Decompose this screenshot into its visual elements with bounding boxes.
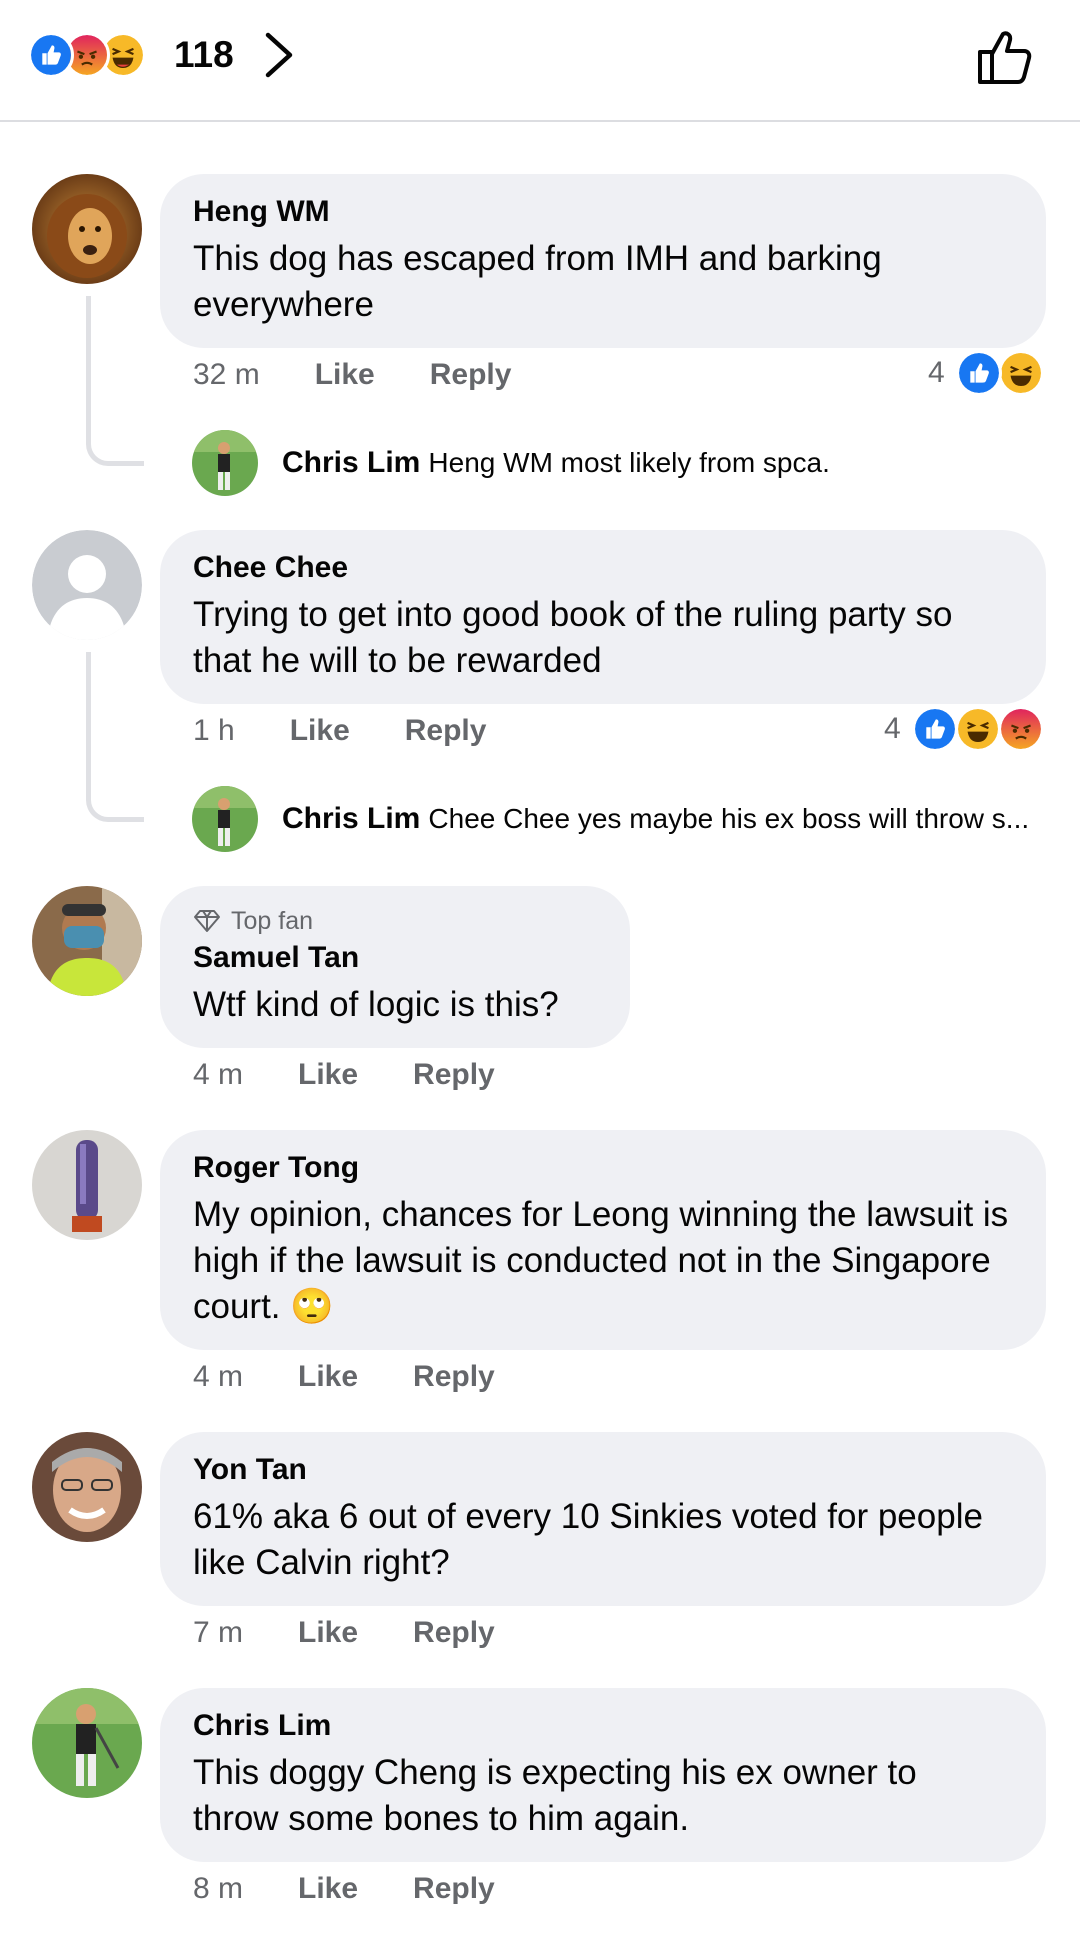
comment-text: This doggy Cheng is expecting his ex own… (193, 1753, 917, 1838)
thread-connector (86, 652, 144, 822)
comment-time[interactable]: 7 m (193, 1616, 243, 1650)
reply-button[interactable]: Reply (430, 358, 512, 392)
comment-bubble[interactable]: Chris Lim This doggy Cheng is expecting … (160, 1688, 1046, 1862)
comment-meta: 4 m Like Reply (193, 1360, 495, 1394)
comment-author[interactable]: Chee Chee (193, 550, 1012, 586)
comment-time[interactable]: 4 m (193, 1058, 243, 1092)
comment-bubble[interactable]: Heng WM This dog has escaped from IMH an… (160, 174, 1046, 348)
comment-time[interactable]: 8 m (193, 1872, 243, 1906)
comment-author[interactable]: Yon Tan (193, 1452, 1012, 1488)
avatar[interactable] (32, 1130, 142, 1240)
comment-meta: 32 m Like Reply (193, 358, 511, 392)
default-profile-icon (32, 530, 142, 640)
comment-reaction-count[interactable]: 4 (928, 356, 945, 390)
avatar[interactable] (192, 786, 258, 852)
avatar[interactable] (32, 174, 142, 284)
comment-time[interactable]: 1 h (193, 714, 235, 748)
reply-button[interactable]: Reply (413, 1058, 495, 1092)
golfer-avatar-image (192, 430, 258, 496)
comment-text: This dog has escaped from IMH and barkin… (193, 239, 882, 324)
avatar[interactable] (192, 430, 258, 496)
thumbs-up-icon[interactable] (976, 26, 1036, 86)
reply-preview[interactable]: Chris Lim Chee Chee yes maybe his ex bos… (282, 802, 1029, 836)
like-button[interactable]: Like (298, 1616, 358, 1650)
diamond-icon (194, 910, 220, 932)
comment-author[interactable]: Samuel Tan (193, 940, 596, 976)
reply-author[interactable]: Chris Lim (282, 446, 420, 479)
comment-meta: 7 m Like Reply (193, 1616, 495, 1650)
like-button[interactable]: Like (298, 1872, 358, 1906)
comment-time[interactable]: 4 m (193, 1360, 243, 1394)
comment-meta: 1 h Like Reply (193, 714, 486, 748)
thread-connector (86, 296, 144, 466)
golfer-avatar-image (192, 786, 258, 852)
lion-avatar-image (32, 174, 142, 284)
avatar[interactable] (32, 530, 142, 640)
reactions-header: 118 (0, 0, 1080, 122)
chevron-right-icon[interactable] (262, 31, 298, 79)
avatar[interactable] (32, 886, 142, 996)
comment-author[interactable]: Chris Lim (193, 1708, 1012, 1744)
bottle-avatar-image (32, 1130, 142, 1240)
like-reaction-icon (28, 32, 74, 78)
comment-meta: 4 m Like Reply (193, 1058, 495, 1092)
reply-text: Heng WM most likely from spca. (428, 447, 830, 478)
smiling-man-avatar-image (32, 1432, 142, 1542)
reaction-count[interactable]: 118 (174, 34, 234, 76)
reply-preview[interactable]: Chris Lim Heng WM most likely from spca. (282, 446, 830, 480)
like-button[interactable]: Like (298, 1360, 358, 1394)
comment-text: My opinion, chances for Leong winning th… (193, 1195, 1009, 1326)
comment-bubble[interactable]: Yon Tan 61% aka 6 out of every 10 Sinkie… (160, 1432, 1046, 1606)
comment-bubble[interactable]: Chee Chee Trying to get into good book o… (160, 530, 1046, 704)
top-fan-label: Top fan (231, 907, 314, 935)
haha-reaction-icon[interactable] (998, 350, 1044, 396)
comment-bubble[interactable]: Roger Tong My opinion, chances for Leong… (160, 1130, 1046, 1350)
haha-reaction-icon[interactable] (955, 706, 1001, 752)
like-button[interactable]: Like (298, 1058, 358, 1092)
reply-button[interactable]: Reply (405, 714, 487, 748)
reply-button[interactable]: Reply (413, 1872, 495, 1906)
comment-time[interactable]: 32 m (193, 358, 260, 392)
avatar[interactable] (32, 1688, 142, 1798)
avatar[interactable] (32, 1432, 142, 1542)
reply-text: Chee Chee yes maybe his ex boss will thr… (428, 803, 1030, 834)
reply-button[interactable]: Reply (413, 1616, 495, 1650)
top-fan-badge[interactable]: Top fan (193, 906, 596, 936)
comment-reaction-count[interactable]: 4 (884, 712, 901, 746)
comment-meta: 8 m Like Reply (193, 1872, 495, 1906)
masked-person-avatar-image (32, 886, 142, 996)
reply-button[interactable]: Reply (413, 1360, 495, 1394)
like-reaction-icon[interactable] (956, 350, 1002, 396)
like-reaction-icon[interactable] (912, 706, 958, 752)
comment-bubble[interactable]: Top fan Samuel Tan Wtf kind of logic is … (160, 886, 630, 1048)
comment-text: Trying to get into good book of the ruli… (193, 595, 953, 680)
comment-author[interactable]: Heng WM (193, 194, 1012, 230)
comment-text: Wtf kind of logic is this? (193, 985, 559, 1024)
like-button[interactable]: Like (315, 358, 375, 392)
reply-author[interactable]: Chris Lim (282, 802, 420, 835)
like-button[interactable]: Like (290, 714, 350, 748)
golfer-avatar-image (32, 1688, 142, 1798)
comment-text: 61% aka 6 out of every 10 Sinkies voted … (193, 1497, 983, 1582)
angry-reaction-icon[interactable] (998, 706, 1044, 752)
comment-author[interactable]: Roger Tong (193, 1150, 1012, 1186)
